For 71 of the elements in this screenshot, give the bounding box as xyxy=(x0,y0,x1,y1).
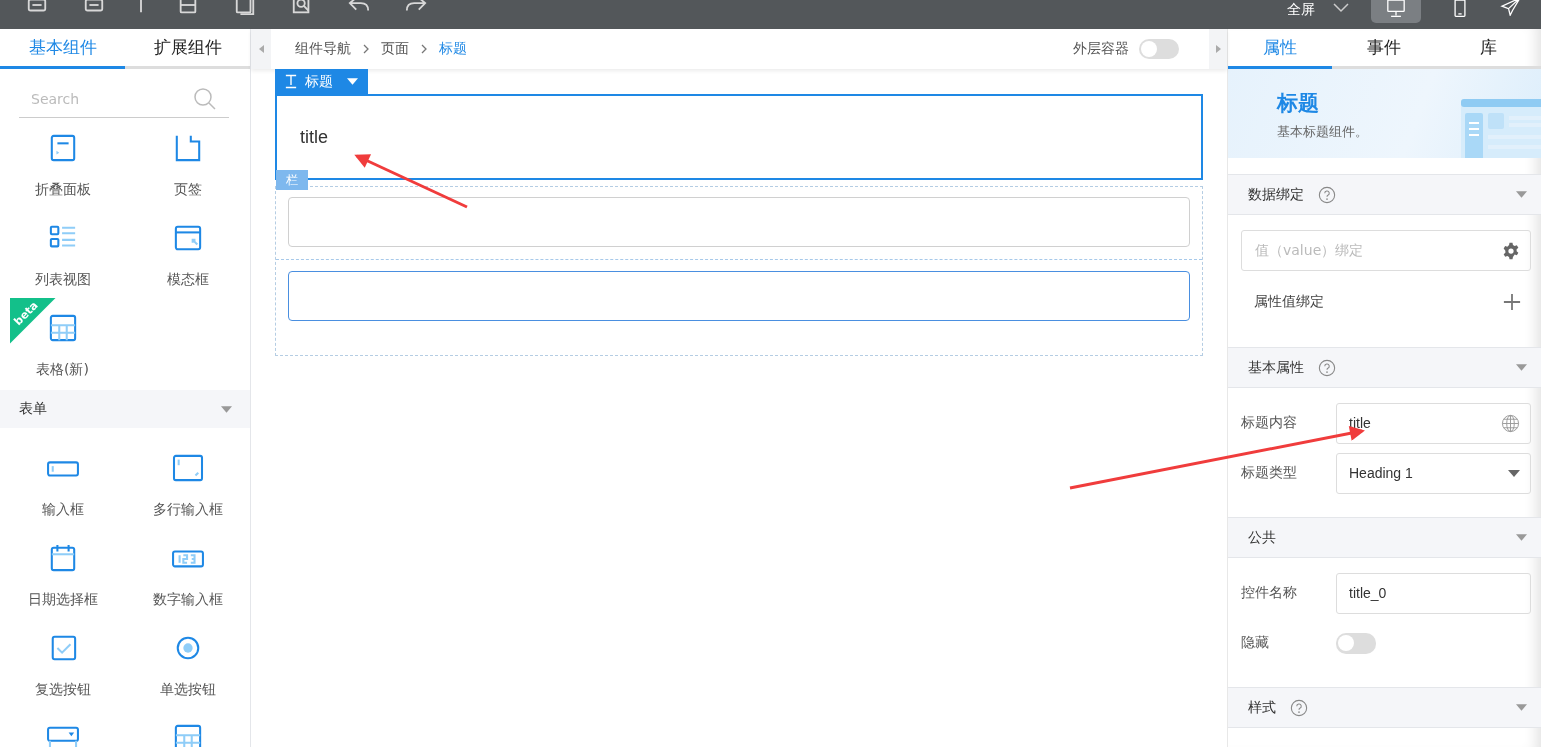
section-title: 样式 xyxy=(1248,698,1276,717)
caret-down-icon[interactable] xyxy=(1516,364,1527,371)
group-header[interactable]: 表单 xyxy=(0,390,250,428)
text-icon xyxy=(285,74,297,89)
breadcrumb-link[interactable]: 组件导航 xyxy=(295,40,351,58)
placeholder-text: 值（value）绑定 xyxy=(1255,241,1364,260)
caret-down-icon[interactable] xyxy=(1508,469,1520,477)
toggle-switch[interactable] xyxy=(1139,39,1179,59)
component-tag-label: 标题 xyxy=(305,72,333,91)
settings-icon[interactable] xyxy=(1502,241,1520,260)
banner-description: 基本标题组件。 xyxy=(1277,123,1368,141)
chevron-right-icon xyxy=(421,44,427,54)
component-label: 日期选择框 xyxy=(27,590,98,609)
component-label: 页签 xyxy=(173,180,202,199)
textarea-icon[interactable] xyxy=(170,454,205,482)
field-label: 控件名称 xyxy=(1241,584,1298,602)
section-title: 基本属性 xyxy=(1248,358,1304,377)
outer-container-label: 外层容器 xyxy=(1073,40,1129,58)
chevron-down-icon[interactable] xyxy=(1333,3,1349,13)
text-field[interactable]: title xyxy=(1336,402,1531,444)
help-icon[interactable] xyxy=(1318,185,1336,204)
collapse-handle[interactable] xyxy=(251,29,271,69)
component-label: 表格(新) xyxy=(36,360,89,379)
globe-icon[interactable] xyxy=(1501,413,1520,433)
component-label: 数字输入框 xyxy=(152,590,223,609)
text-field[interactable]: title_0 xyxy=(1336,572,1531,614)
caret-left-icon[interactable] xyxy=(258,45,264,53)
toggle-switch[interactable] xyxy=(1336,632,1376,654)
field-label: 标题类型 xyxy=(1241,464,1298,482)
caret-down-icon[interactable] xyxy=(1516,191,1527,198)
component-label: 复选按钮 xyxy=(34,680,91,699)
section-title: 公共 xyxy=(1248,528,1276,547)
search-icon[interactable] xyxy=(193,87,217,111)
input-field[interactable] xyxy=(288,197,1190,247)
group-title: 表单 xyxy=(19,400,47,418)
caret-down-icon[interactable] xyxy=(221,405,232,413)
caret-down-icon[interactable] xyxy=(1516,534,1527,541)
help-icon[interactable] xyxy=(1290,698,1308,717)
caret-right-icon[interactable] xyxy=(1215,45,1221,53)
component-label: 列表视图 xyxy=(34,270,91,289)
component-label: 模态框 xyxy=(166,270,209,289)
plus-icon[interactable] xyxy=(1503,293,1521,311)
component-label: 多行输入框 xyxy=(152,500,223,519)
field-label: 标题内容 xyxy=(1241,414,1298,432)
property-binding-label: 属性值绑定 xyxy=(1254,293,1324,311)
component-label: 输入框 xyxy=(41,500,84,519)
section-header[interactable]: 基本属性 xyxy=(1228,348,1541,388)
desktop-button[interactable] xyxy=(1371,0,1421,23)
select-field[interactable]: Heading 1 xyxy=(1336,452,1531,494)
caret-down-icon[interactable] xyxy=(1516,704,1527,711)
input-field[interactable] xyxy=(288,271,1190,321)
section-title: 数据绑定 xyxy=(1248,185,1304,204)
help-icon[interactable] xyxy=(1318,358,1336,377)
section-header[interactable]: 样式 xyxy=(1228,688,1541,728)
caret-down-icon[interactable] xyxy=(347,78,358,85)
dropdown-icon[interactable] xyxy=(45,724,80,747)
component-tag[interactable]: 标题 xyxy=(275,69,368,94)
monitor-icon xyxy=(1385,0,1407,18)
component-label: 单选按钮 xyxy=(159,680,216,699)
banner-title: 标题 xyxy=(1277,90,1320,117)
section-header[interactable]: 数据绑定 xyxy=(1228,175,1541,215)
search-field[interactable]: Search xyxy=(19,81,229,118)
title-text: title xyxy=(300,126,328,148)
chevron-right-icon xyxy=(363,44,369,54)
view-mode-label[interactable]: 全屏 xyxy=(1287,0,1315,18)
breadcrumb-link[interactable]: 页面 xyxy=(381,40,409,58)
component-label: 折叠面板 xyxy=(34,180,91,199)
breadcrumb-link[interactable]: 标题 xyxy=(439,40,467,58)
section-header[interactable]: 公共 xyxy=(1228,518,1541,558)
collapse-handle[interactable] xyxy=(1209,29,1227,69)
field-label: 隐藏 xyxy=(1241,634,1270,652)
